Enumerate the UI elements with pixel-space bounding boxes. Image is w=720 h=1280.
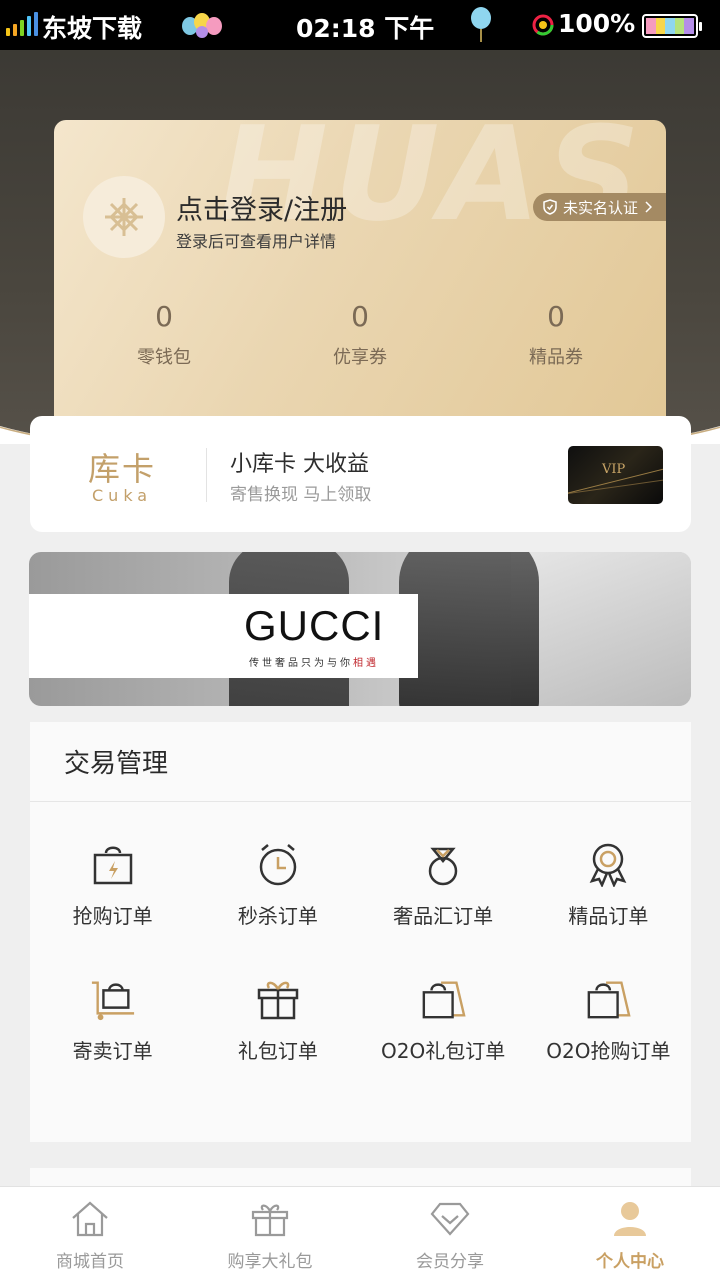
stat-label: 精品券 — [529, 347, 583, 368]
cuka-promo-card[interactable]: 库卡 Cuka 小库卡 大收益 寄售换现 马上领取 VIP — [30, 416, 691, 532]
stat-label: 零钱包 — [137, 347, 191, 368]
banner-brand-name: GUCCI — [244, 602, 385, 649]
balloon-icon — [471, 7, 491, 42]
shopping-bag-bolt-icon — [93, 846, 132, 885]
brand-banner[interactable]: GUCCI 传世奢品只为与你相遇 — [29, 552, 691, 706]
data-ring-icon — [532, 14, 554, 36]
stat-premium-coupon[interactable]: 0 精品券 — [458, 300, 654, 369]
order-item-o2o-gift[interactable]: O2O礼包订单 — [361, 975, 526, 1064]
bottom-navigation: 商城首页 购享大礼包 会员分享 个人中心 — [0, 1186, 720, 1280]
order-item-label: 抢购订单 — [72, 904, 153, 928]
login-register-link[interactable]: 点击登录/注册 — [176, 188, 347, 227]
nav-home[interactable]: 商城首页 — [0, 1187, 180, 1280]
cuka-subtitle: 寄售换现 马上领取 — [230, 485, 372, 505]
order-item-label: 秒杀订单 — [237, 904, 318, 928]
login-hint: 登录后可查看用户详情 — [176, 232, 337, 251]
nav-gift-pack[interactable]: 购享大礼包 — [180, 1187, 360, 1280]
stat-wallet[interactable]: 0 零钱包 — [66, 300, 262, 369]
wallet-stats: 0 零钱包 0 优享券 0 精品券 — [54, 300, 666, 369]
order-grid: 抢购订单 秒杀订单 奢品汇订单 精品订单 寄卖订单 礼包订单 O2O礼包订单 O… — [30, 840, 691, 1064]
stat-value: 0 — [351, 300, 369, 333]
gift-icon — [251, 1204, 289, 1237]
brand-knot-icon — [105, 198, 143, 236]
banner-tagline-highlight: 相遇 — [353, 658, 379, 669]
section-title: 交易管理 — [64, 749, 169, 779]
carrier-name: 东坡下载 — [42, 14, 143, 43]
vip-card-image: VIP — [568, 446, 663, 504]
order-item-flash-sale[interactable]: 抢购订单 — [30, 840, 195, 929]
diamond-ring-icon — [428, 847, 458, 886]
award-medal-icon — [589, 843, 627, 887]
transaction-panel: 交易管理 抢购订单 秒杀订单 奢品汇订单 精品订单 寄卖订单 礼包订单 O2O礼… — [30, 722, 691, 1142]
order-item-label: O2O抢购订单 — [546, 1039, 671, 1063]
double-bag-icon — [588, 981, 631, 1019]
order-item-boutique[interactable]: 精品订单 — [526, 840, 691, 929]
nav-profile[interactable]: 个人中心 — [540, 1187, 720, 1280]
order-item-label: 礼包订单 — [237, 1039, 318, 1063]
trolley-bag-icon — [91, 981, 134, 1021]
nav-label: 个人中心 — [596, 1252, 664, 1272]
shield-icon — [543, 199, 557, 215]
verify-identity-badge[interactable]: 未实名认证 — [532, 193, 666, 221]
nav-label: 商城首页 — [56, 1252, 124, 1272]
stat-label: 优享券 — [333, 347, 387, 368]
banner-tagline-main: 传世奢品只为与你 — [249, 658, 353, 669]
order-item-label: O2O礼包订单 — [381, 1039, 506, 1063]
gift-box-icon — [257, 981, 299, 1020]
order-item-gift-pack[interactable]: 礼包订单 — [195, 975, 360, 1064]
battery-icon — [642, 14, 702, 38]
order-item-label: 奢品汇订单 — [393, 904, 494, 928]
balloons-icon — [182, 13, 222, 38]
battery-percent: 100% — [558, 9, 636, 38]
order-item-label: 寄卖订单 — [72, 1039, 153, 1063]
verify-badge-label: 未实名认证 — [562, 198, 638, 217]
cuka-logo-en: Cuka — [92, 486, 153, 505]
stat-value: 0 — [547, 300, 565, 333]
banner-tagline: 传世奢品只为与你相遇 — [249, 654, 379, 669]
stat-value: 0 — [155, 300, 173, 333]
order-item-luxury[interactable]: 奢品汇订单 — [361, 840, 526, 929]
cuka-logo: 库卡 — [88, 450, 157, 488]
alarm-clock-icon — [259, 844, 297, 886]
vip-card-text: VIP — [602, 462, 626, 477]
order-item-consign[interactable]: 寄卖订单 — [30, 975, 195, 1064]
avatar[interactable] — [83, 176, 165, 258]
order-item-seckill[interactable]: 秒杀订单 — [195, 840, 360, 929]
cuka-title: 小库卡 大收益 — [230, 452, 369, 477]
diamond-share-icon — [430, 1202, 470, 1236]
stat-coupon[interactable]: 0 优享券 — [262, 300, 458, 369]
status-bar: 东坡下载 02:18 下午 100% — [0, 0, 720, 50]
signal-icon — [6, 12, 38, 36]
double-bag-icon — [422, 981, 466, 1019]
member-card[interactable]: HUAS 点击登录/注册 登录后可查看用户详情 未实名认证 0 零钱包 0 优享… — [54, 120, 666, 420]
order-item-o2o-flash[interactable]: O2O抢购订单 — [526, 975, 691, 1064]
clock: 02:18 下午 — [296, 14, 435, 43]
nav-label: 会员分享 — [416, 1252, 484, 1272]
home-icon — [72, 1201, 108, 1237]
nav-label: 购享大礼包 — [227, 1252, 313, 1272]
chevron-right-icon — [645, 201, 652, 213]
order-item-label: 精品订单 — [568, 904, 649, 928]
transaction-panel-header: 交易管理 — [30, 722, 691, 802]
user-icon — [614, 1202, 646, 1236]
divider — [206, 448, 207, 502]
nav-member-share[interactable]: 会员分享 — [360, 1187, 540, 1280]
banner-model-figure — [399, 552, 539, 706]
